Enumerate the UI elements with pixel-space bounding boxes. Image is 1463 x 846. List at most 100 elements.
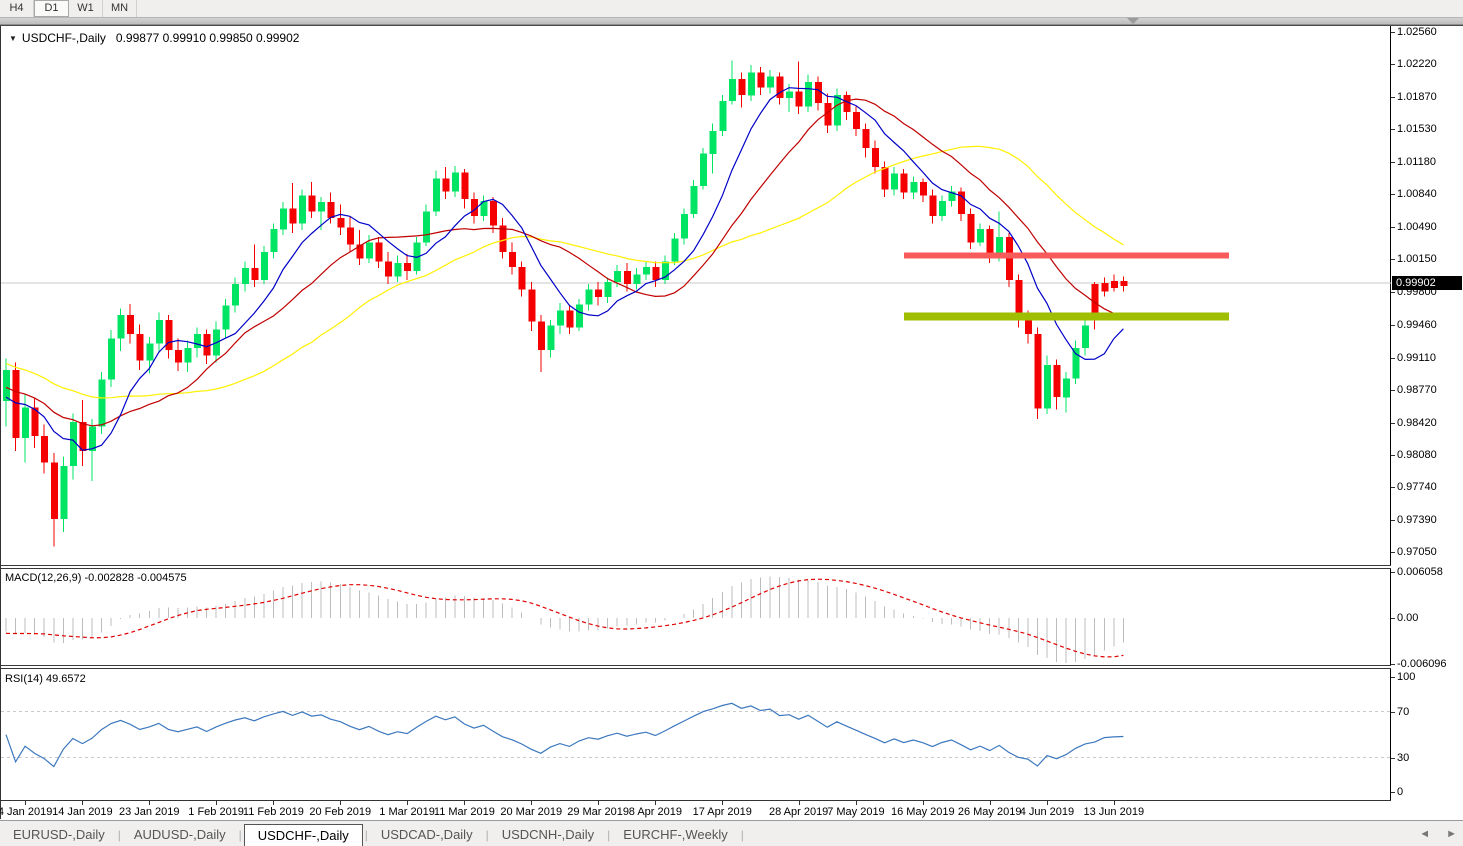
rsi-indicator-canvas[interactable] xyxy=(1,669,1391,799)
price-axis-tick xyxy=(1391,64,1395,65)
tab-separator: | xyxy=(741,823,744,846)
date-tick xyxy=(340,801,341,805)
price-axis-tick xyxy=(1391,32,1395,33)
price-axis-tick xyxy=(1391,162,1395,163)
price-chart-canvas[interactable] xyxy=(1,26,1391,565)
date-label: 28 Apr 2019 xyxy=(769,806,828,818)
macd-values: -0.002828 -0.004575 xyxy=(84,572,186,584)
timeframe-button-h4[interactable]: H4 xyxy=(0,0,34,17)
macd-indicator-canvas[interactable] xyxy=(1,569,1391,665)
date-tick xyxy=(531,801,532,805)
date-tick xyxy=(655,801,656,805)
chart-title: ▼USDCHF-,Daily0.99877 0.99910 0.99850 0.… xyxy=(9,31,299,45)
price-axis-tick xyxy=(1391,487,1395,488)
date-label: 11 Feb 2019 xyxy=(243,806,304,818)
macd-label: MACD(12,26,9) -0.002828 -0.004575 xyxy=(5,572,187,584)
macd-axis-label: 0.006058 xyxy=(1397,566,1443,578)
price-axis-label: 1.00490 xyxy=(1397,221,1437,233)
price-axis-label: 1.01180 xyxy=(1397,156,1436,168)
tab-scroll-arrows: ◄ ► xyxy=(1419,821,1457,846)
date-tick xyxy=(149,801,150,805)
terminal-window: H4D1W1MN 4 Jan 201914 Jan 2019 23 Jan 201… xyxy=(0,0,1463,846)
rsi-axis-tick xyxy=(1391,712,1395,713)
price-axis: 0.99902 1.025601.022201.018701.015301.01… xyxy=(1391,26,1463,819)
rsi-axis-label: 30 xyxy=(1397,752,1409,764)
price-axis-tick xyxy=(1391,423,1395,424)
price-axis-label: 1.00150 xyxy=(1397,253,1437,265)
price-axis-tick xyxy=(1391,259,1395,260)
date-tick xyxy=(799,801,800,805)
timeframe-button-d1[interactable]: D1 xyxy=(34,0,69,17)
date-tick xyxy=(990,801,991,805)
chart-ohlc-values: 0.99877 0.99910 0.99850 0.99902 xyxy=(116,31,300,45)
chart-plot-area[interactable]: 4 Jan 201914 Jan 2019 23 Jan 2019 1 Feb 20… xyxy=(0,26,1391,819)
chart-tab-usdcnh[interactable]: USDCNH-,Daily xyxy=(489,823,607,846)
chart-tab-bar: EURUSD-,Daily|AUDUSD-,Daily|USDCHF-,Dail… xyxy=(0,820,1463,846)
date-label: 4 Jun 2019 xyxy=(1020,806,1074,818)
chart-tab-usdchf[interactable]: USDCHF-,Daily xyxy=(244,824,363,846)
chart-scroll-strip[interactable] xyxy=(0,18,1463,25)
price-axis-label: 0.98080 xyxy=(1397,449,1437,461)
chart-tab-eurchf[interactable]: EURCHF-,Weekly xyxy=(610,823,741,846)
date-tick xyxy=(1114,801,1115,805)
tab-scroll-left-icon[interactable]: ◄ xyxy=(1419,828,1430,840)
price-axis-label: 0.97050 xyxy=(1397,546,1437,558)
date-label: 16 May 2019 xyxy=(891,806,955,818)
date-axis: 4 Jan 201914 Jan 2019 23 Jan 2019 1 Feb 20… xyxy=(1,800,1391,820)
price-axis-label: 0.99110 xyxy=(1397,352,1436,364)
date-tick xyxy=(273,801,274,805)
date-label: 4 Jan 2019 xyxy=(0,806,52,818)
price-axis-tick xyxy=(1391,227,1395,228)
macd-axis-tick xyxy=(1391,618,1395,619)
rsi-axis-tick xyxy=(1391,677,1395,678)
chart-tab-usdcad[interactable]: USDCAD-,Daily xyxy=(368,823,486,846)
date-label: 29 Mar 2019 xyxy=(567,806,629,818)
date-label: 8 Apr 2019 xyxy=(629,806,682,818)
price-axis-tick xyxy=(1391,194,1395,195)
date-label: 26 May 2019 xyxy=(958,806,1022,818)
rsi-label: RSI(14) 49.6572 xyxy=(5,673,86,685)
timeframe-button-w1[interactable]: W1 xyxy=(69,0,103,17)
price-axis-tick xyxy=(1391,97,1395,98)
price-axis-tick xyxy=(1391,292,1395,293)
price-axis-label: 0.99460 xyxy=(1397,319,1437,331)
macd-axis-tick xyxy=(1391,664,1395,665)
rsi-axis-label: 70 xyxy=(1397,706,1409,718)
macd-axis-label: -0.006096 xyxy=(1397,658,1447,670)
chart-tab-eurusd[interactable]: EURUSD-,Daily xyxy=(0,823,118,846)
timeframe-toolbar: H4D1W1MN xyxy=(0,0,1463,18)
date-label: 11 Mar 2019 xyxy=(434,806,495,818)
tab-scroll-right-icon[interactable]: ► xyxy=(1446,828,1457,840)
price-axis-label: 1.01870 xyxy=(1397,91,1437,103)
price-axis-tick xyxy=(1391,325,1395,326)
price-axis-label: 0.97740 xyxy=(1397,481,1437,493)
price-axis-label: 1.00840 xyxy=(1397,188,1437,200)
price-axis-tick xyxy=(1391,552,1395,553)
price-axis-label: 0.98420 xyxy=(1397,417,1437,429)
tab-separator: | xyxy=(239,823,242,846)
date-label: 13 Jun 2019 xyxy=(1084,806,1145,818)
date-tick xyxy=(25,801,26,805)
date-label: 20 Mar 2019 xyxy=(500,806,562,818)
rsi-axis-tick xyxy=(1391,792,1395,793)
price-axis-tick xyxy=(1391,358,1395,359)
date-tick xyxy=(722,801,723,805)
rsi-axis-label: 100 xyxy=(1397,671,1415,683)
price-axis-tick xyxy=(1391,390,1395,391)
rsi-value: 49.6572 xyxy=(46,673,86,685)
symbol-dropdown-icon[interactable]: ▼ xyxy=(9,34,17,43)
price-axis-tick xyxy=(1391,455,1395,456)
price-axis-tick xyxy=(1391,129,1395,130)
date-label: 1 Feb 2019 xyxy=(188,806,244,818)
timeframe-button-mn[interactable]: MN xyxy=(103,0,137,17)
chart-tab-audusd[interactable]: AUDUSD-,Daily xyxy=(121,823,239,846)
date-tick xyxy=(407,801,408,805)
rsi-axis-label: 0 xyxy=(1397,786,1403,798)
date-tick xyxy=(82,801,83,805)
price-axis-tick xyxy=(1391,520,1395,521)
date-label: 23 Jan 2019 xyxy=(119,806,180,818)
chart-shift-marker-icon[interactable] xyxy=(1127,18,1139,24)
date-label: 14 Jan 2019 xyxy=(52,806,113,818)
price-axis-label: 1.02220 xyxy=(1397,58,1437,70)
date-tick xyxy=(856,801,857,805)
